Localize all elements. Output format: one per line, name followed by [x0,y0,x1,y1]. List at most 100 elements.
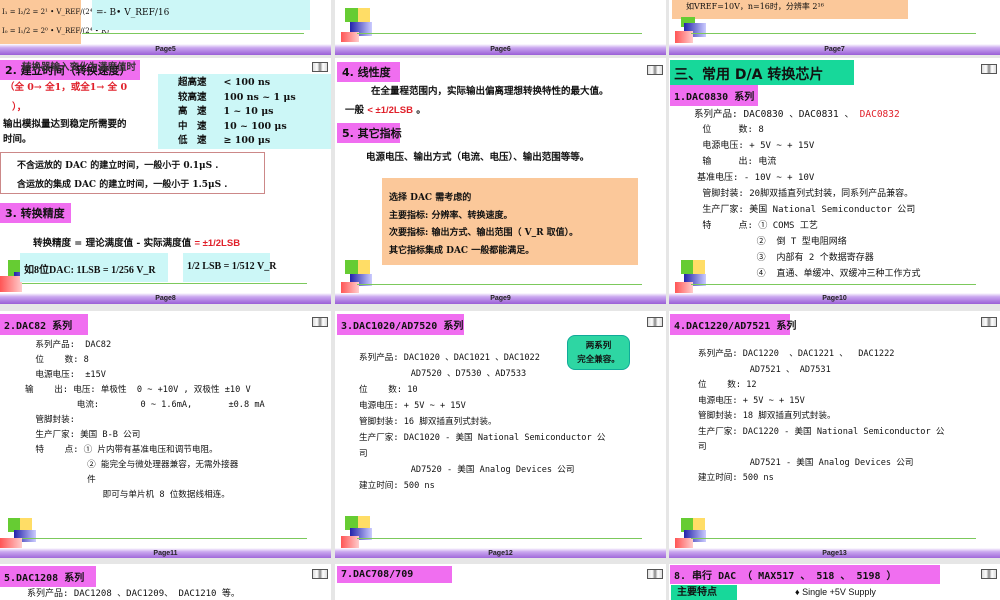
section-heading: 3.DAC1020/AD7520 系列 [337,314,464,335]
spec-line: 即可与单片机 8 位数据线相连。 [25,490,230,500]
spec-line: 基准电压: - 10V ~ + 10V [697,173,815,183]
spec-line: 建立时间: 500 ns [359,481,435,491]
book-icon[interactable] [647,317,663,327]
note-line: 不含运放的 DAC 的建立时间，一般小于 0.1μS . [17,161,219,171]
spec-line: 特 点: ① 片内带有基准电压和调节电阻。 [25,445,218,455]
spec-line: 管脚封装: 18 脚双插直列式封装。 [698,411,836,421]
spec-line: AD7521 、 AD7531 [698,364,831,375]
speed-row: 低 速 ≥ 100 μs [178,134,311,149]
spec-list: 系列产品: DAC1020 、DAC1021 、DAC1022 AD7520 、… [359,351,605,495]
formula-i0: I₀ = I₁/2 = 2⁰ • V_REF/(2⁴ • R) [2,27,110,35]
spec-line: ② 能完全与微处理器兼容，无需外接器 [25,460,239,470]
spec-line: 建立时间: 500 ns [698,473,774,483]
book-icon[interactable] [647,569,663,579]
divider [357,284,642,285]
slide-page13[interactable]: 4.DAC1220/AD7521 系列 系列产品: DAC1220 、DAC12… [669,311,1000,558]
spec-line: 位 数: 12 [698,380,757,390]
page-bar: Page13 [669,548,1000,558]
page-bar: Page8 [0,293,331,304]
note-box: 不含运放的 DAC 的建立时间，一般小于 0.1μS . 含运放的集成 DAC … [0,152,265,194]
spec-line: 管脚封装: 20脚双插直列式封装，同系列产品兼容。 [697,189,914,199]
spec-line: 电源电压: + 5V ~ + 15V [359,401,466,411]
spec-line: 特 点: ① COMS 工艺 [697,221,818,231]
range-text-end: ）， [12,102,27,113]
section-heading: 5. 其它指标 [337,123,402,143]
speed-value: 100 ns ~ 1 μs [223,91,296,103]
slide-page12[interactable]: 3.DAC1020/AD7520 系列 系列产品: DAC1020 、DAC10… [335,311,666,558]
spec-list: 系列产品: DAC82 位 数: 8 电源电压: ±15V 输 出: 电压: 单极… [25,338,265,503]
spec-line: 件 [25,475,96,485]
slide-page6[interactable]: Page6 [335,0,666,55]
spec-line: 管脚封装: 16 脚双插直列式封装。 [359,417,497,427]
slide-logo [341,4,377,42]
speed-value: 10 ~ 100 μs [223,120,287,132]
slide-logo [341,256,377,294]
spec-line: 输 出: 电流 [697,157,777,167]
spec-line: 电源电压: + 5V ~ + 15V [697,141,815,151]
slide-page8[interactable]: 2. 建立时间（转换速度） 转换器输入变化为满度值时 （全 0→ 全1，或全1→… [0,58,331,304]
spec-line: ④ 直通、单缓冲、双缓冲三种工作方式 [697,269,921,279]
book-icon[interactable] [981,569,997,579]
spec-line: 位 数: 10 [359,385,418,395]
page-bar: Page11 [0,548,331,558]
feature-heading: 主要特点 [671,585,737,600]
spec-line: 位 数: 8 [25,355,89,365]
slide-page15[interactable]: 7.DAC708/709 [335,564,666,600]
book-icon[interactable] [312,62,328,72]
section-heading: 8. 串行 DAC （ MAX517 、 518 、 5198 ） [670,565,940,584]
speed-value: < 100 ns [223,77,271,88]
formula-box: I₁ = I₂/2 = 2¹ • V_REF/(2⁴ • R) I₀ = I₁/… [0,0,110,44]
slide-logo [341,514,377,552]
section-heading: 1.DAC0830 系列 [670,85,758,106]
divider [691,284,976,285]
spec-line: AD7520 - 美国 Analog Devices 公司 [359,465,575,475]
speed-class: 中 速 [178,120,207,132]
page-bar: Page6 [335,44,666,55]
slide-page11[interactable]: 2.DAC82 系列 系列产品: DAC82 位 数: 8 电源电压: ±15V… [0,311,331,558]
spec-line: 系列产品: DAC82 [25,340,112,350]
spec-line: 输 出: 电压: 单极性 0 ~ +10V , 双极性 ±10 V [25,385,251,395]
page-bar: Page12 [335,548,666,558]
chapter-title: 三、常用 D/A 转换芯片 [670,60,854,85]
spec-list: 位 数: 8 电源电压: + 5V ~ + 15V 输 出: 电流 基准电压: -… [697,122,920,282]
formula-i1: I₁ = I₂/2 = 2¹ • V_REF/(2⁴ • R) [2,8,110,16]
divider [22,538,307,539]
feature-bullet: ♦ Single +5V Supply [795,587,876,597]
spec-line: 司 [698,442,707,452]
speed-row: 中 速 10 ~ 100 μs [178,120,311,135]
speed-value: ≥ 100 μs [223,135,271,146]
spec-line: 生产厂家: 美国 B-B 公司 [25,430,141,440]
book-icon[interactable] [312,569,328,579]
slide-page10[interactable]: 三、常用 D/A 转换芯片 1.DAC0830 系列 系列产品: DAC0830… [669,58,1000,304]
book-icon[interactable] [981,317,997,327]
book-icon[interactable] [981,64,997,74]
book-icon[interactable] [647,65,663,75]
example-text: 如VREF=10V，n=16时，分辨率 2¹⁶ [686,2,824,11]
speed-row: 高 速 1 ~ 10 μs [178,105,311,120]
slide-page5[interactable]: I₁ = I₂/2 = 2¹ • V_REF/(2⁴ • R) I₀ = I₁/… [0,0,331,55]
formula-result: =- B• V_REF/16 [96,8,170,18]
spec-line: 生产厂家: DAC1220 - 美国 National Semiconducto… [698,426,945,437]
slide-page16[interactable]: 8. 串行 DAC （ MAX517 、 518 、 5198 ） 主要特点 ♦… [669,564,1000,600]
desc-text: 一般 < ±1/2LSB 。 [345,105,426,116]
box-line: 其它指标集成 DAC 一般都能满足。 [389,245,535,256]
section-heading: 4.DAC1220/AD7521 系列 [670,314,796,335]
spec-line: 生产厂家: DAC1020 - 美国 National Semiconducto… [359,433,606,443]
slide-page7[interactable]: 如VREF=10V，n=16时，分辨率 2¹⁶ Page7 [669,0,1000,55]
range-text: （全 0→ 全1，或全1→ 全 0 [5,82,128,93]
selection-box: 选择 DAC 需考虑的 主要指标: 分辨率、转换速度。 次要指标: 输出方式、输… [382,178,638,265]
slide-page9[interactable]: 4. 线性度 在全量程范围内，实际输出偏离理想转换特性的最大值。 一般 < ±1… [335,58,666,304]
slide-page14[interactable]: 5.DAC1208 系列 系列产品: DAC1208 、DAC1209、 DAC… [0,564,331,600]
products-line: 系列产品: DAC0830 、DAC0831 、 DAC0832 [694,109,900,120]
page-bar: Page5 [0,44,331,55]
spec-line: 管脚封装: [25,415,75,425]
section-heading: 5.DAC1208 系列 [0,566,96,587]
speed-class: 超高速 [178,77,207,88]
speed-row: 较高速 100 ns ~ 1 μs [178,91,311,106]
spec-line: 电流: 0 ~ 1.6mA, ±0.8 mA [25,400,265,410]
desc-text: 在全量程范围内，实际输出偏离理想转换特性的最大值。 [371,86,609,97]
section-heading: 4. 线性度 [337,62,400,82]
book-icon[interactable] [312,317,328,327]
box-line: 选择 DAC 需考虑的 [389,193,472,203]
section-heading: 7.DAC708/709 [337,566,452,583]
